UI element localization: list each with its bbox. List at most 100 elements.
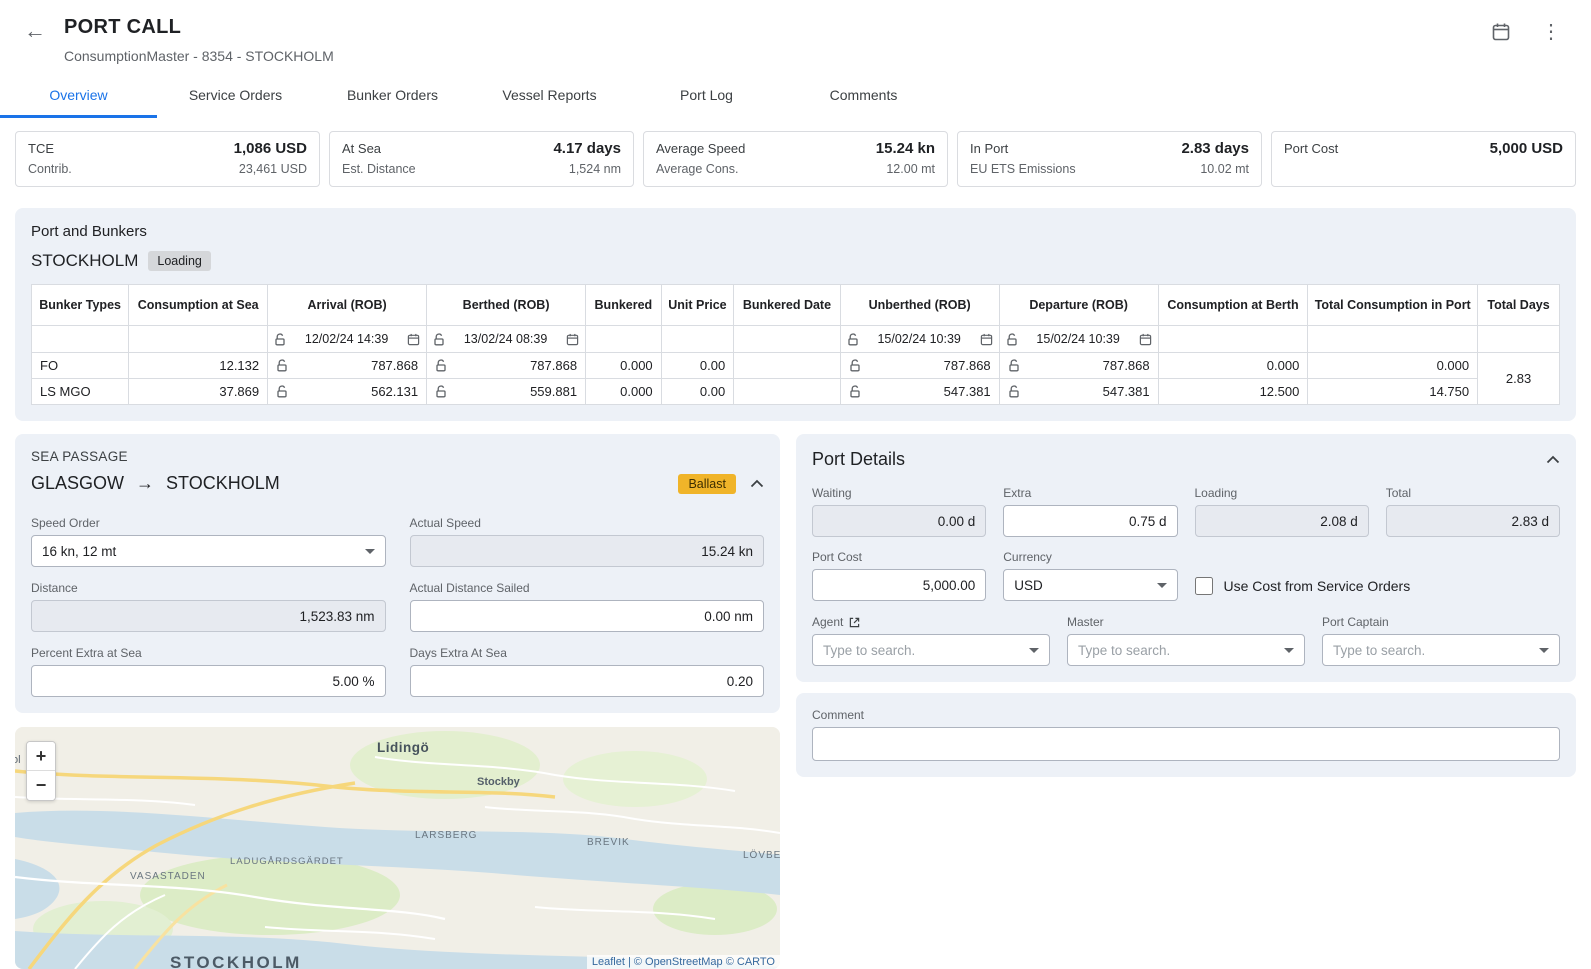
map-label-ladugardsgardet: LADUGÅRDSGÄRDET — [230, 856, 344, 867]
arrival-date-field[interactable]: 12/02/24 14:39 — [274, 332, 420, 346]
bottom-layout: SEA PASSAGE GLASGOW → STOCKHOLM Ballast — [15, 434, 1576, 969]
sea-passage-card: SEA PASSAGE GLASGOW → STOCKHOLM Ballast — [15, 434, 780, 713]
stat-label: Average Speed — [656, 141, 745, 156]
stat-label: TCE — [28, 141, 54, 156]
actual-distance-sailed-input[interactable] — [410, 600, 765, 632]
map-label-lovber: LÖVBER — [743, 849, 780, 861]
kebab-menu-icon[interactable]: ⋮ — [1537, 22, 1565, 42]
comment-label: Comment — [812, 708, 1560, 722]
comment-input[interactable] — [812, 727, 1560, 761]
zoom-out-button[interactable]: − — [27, 771, 55, 800]
currency-select[interactable]: USD — [1003, 569, 1177, 601]
total-value: 2.83 d — [1386, 505, 1560, 537]
lsmgo-arrival-rob: 562.131 — [371, 384, 418, 399]
percent-extra-at-sea-label: Percent Extra at Sea — [31, 646, 386, 660]
days-extra-at-sea-field: Days Extra At Sea — [410, 646, 765, 697]
stat-label: Port Cost — [1284, 141, 1338, 156]
collapse-chevron-icon[interactable] — [1546, 455, 1560, 464]
port-name-row: STOCKHOLM Loading — [31, 251, 1560, 271]
master-search-select[interactable]: Type to search. — [1067, 634, 1305, 666]
chevron-down-icon — [1157, 583, 1167, 588]
tab-overview[interactable]: Overview — [0, 74, 157, 118]
distance-field: Distance 1,523.83 nm — [31, 581, 386, 632]
stat-sub-value: 10.02 mt — [1200, 162, 1249, 177]
distance-text: 1,523.83 nm — [299, 609, 374, 624]
berthed-date-field[interactable]: 13/02/24 08:39 — [433, 332, 579, 346]
use-cost-checkbox[interactable] — [1195, 577, 1213, 595]
route-arrow-icon: → — [136, 473, 154, 494]
days-extra-at-sea-input[interactable] — [410, 665, 765, 697]
stat-value: 15.24 kn — [876, 140, 935, 157]
arrival-date: 12/02/24 14:39 — [305, 332, 388, 346]
tab-comments[interactable]: Comments — [785, 74, 942, 118]
stat-card-tce: TCE1,086 USD Contrib.23,461 USD — [15, 131, 320, 187]
fo-bunkered[interactable]: 0.000 — [586, 353, 662, 379]
collapse-chevron-icon[interactable] — [750, 479, 764, 488]
port-details-card: Port Details Waiting 0.00 d Extra — [796, 434, 1576, 682]
lsmgo-unberthed-rob-cell[interactable]: 547.381 — [840, 379, 999, 405]
stat-label: In Port — [970, 141, 1008, 156]
speed-order-label: Speed Order — [31, 516, 386, 530]
fo-arrival-rob: 787.868 — [371, 358, 418, 373]
fo-consumption-at-berth: 0.000 — [1158, 353, 1308, 379]
tab-vessel-reports[interactable]: Vessel Reports — [471, 74, 628, 118]
bunker-type: FO — [32, 353, 129, 379]
stat-sub-label: Average Cons. — [656, 162, 738, 177]
col-arrival-rob: Arrival (ROB) — [268, 285, 427, 326]
lsmgo-unit-price[interactable]: 0.00 — [661, 379, 734, 405]
lock-open-icon — [274, 333, 286, 346]
fo-unit-price[interactable]: 0.00 — [661, 353, 734, 379]
port-name: STOCKHOLM — [31, 251, 138, 271]
lsmgo-departure-rob-cell[interactable]: 547.381 — [999, 379, 1158, 405]
percent-extra-at-sea-input[interactable] — [31, 665, 386, 697]
agent-placeholder: Type to search. — [823, 643, 915, 658]
header-actions: ⋮ — [1491, 22, 1565, 42]
fo-unberthed-rob-cell[interactable]: 787.868 — [840, 353, 999, 379]
port-captain-search-select[interactable]: Type to search. — [1322, 634, 1560, 666]
sea-passage-header-right: Ballast — [678, 474, 764, 494]
lsmgo-berthed-rob-cell[interactable]: 559.881 — [427, 379, 586, 405]
lsmgo-consumption-at-berth: 12.500 — [1158, 379, 1308, 405]
lsmgo-bunkered[interactable]: 0.000 — [586, 379, 662, 405]
tab-service-orders[interactable]: Service Orders — [157, 74, 314, 118]
unberthed-date-field[interactable]: 15/02/24 10:39 — [847, 332, 993, 346]
external-link-icon[interactable] — [849, 617, 860, 628]
fo-departure-rob: 787.868 — [1103, 358, 1150, 373]
back-arrow-icon[interactable]: ← — [24, 20, 46, 42]
waiting-label: Waiting — [812, 486, 986, 500]
tab-port-log[interactable]: Port Log — [628, 74, 785, 118]
fo-berthed-rob-cell[interactable]: 787.868 — [427, 353, 586, 379]
fo-unberthed-rob: 787.868 — [944, 358, 991, 373]
col-bunkered-date: Bunkered Date — [734, 285, 840, 326]
col-bunker-types: Bunker Types — [32, 285, 129, 326]
zoom-in-button[interactable]: + — [27, 742, 55, 771]
total-text: 2.83 d — [1511, 514, 1549, 529]
stat-card-in-port: In Port2.83 days EU ETS Emissions10.02 m… — [957, 131, 1262, 187]
agent-search-select[interactable]: Type to search. — [812, 634, 1050, 666]
col-unit-price: Unit Price — [661, 285, 734, 326]
port-cost-input[interactable] — [812, 569, 986, 601]
calendar-icon[interactable] — [1491, 22, 1511, 42]
waiting-field: Waiting 0.00 d — [812, 486, 986, 537]
lock-open-icon — [435, 359, 447, 372]
map-attribution[interactable]: Leaflet | © OpenStreetMap © CARTO — [587, 955, 780, 969]
tab-bunker-orders[interactable]: Bunker Orders — [314, 74, 471, 118]
chevron-down-icon — [1539, 648, 1549, 653]
lsmgo-consumption-at-sea[interactable]: 37.869 — [129, 379, 268, 405]
fo-arrival-rob-cell[interactable]: 787.868 — [268, 353, 427, 379]
loading-status-badge: Loading — [148, 251, 211, 271]
departure-date-field[interactable]: 15/02/24 10:39 — [1006, 332, 1152, 346]
fo-bunkered-date[interactable] — [734, 353, 840, 379]
lsmgo-arrival-rob-cell[interactable]: 562.131 — [268, 379, 427, 405]
port-details-people: Agent Type to search. Master — [812, 615, 1560, 666]
fo-departure-rob-cell[interactable]: 787.868 — [999, 353, 1158, 379]
fo-berthed-rob: 787.868 — [530, 358, 577, 373]
lsmgo-bunkered-date[interactable] — [734, 379, 840, 405]
map[interactable]: ol Lidingö Stockby LARSBERG BREVIK LÖVBE… — [15, 727, 780, 969]
stat-sub-value: 12.00 mt — [886, 162, 935, 177]
speed-order-select[interactable]: 16 kn, 12 mt — [31, 535, 386, 567]
fo-consumption-at-sea[interactable]: 12.132 — [129, 353, 268, 379]
agent-label: Agent — [812, 615, 843, 629]
total-days-value: 2.83 — [1478, 353, 1560, 405]
extra-input[interactable] — [1003, 505, 1177, 537]
